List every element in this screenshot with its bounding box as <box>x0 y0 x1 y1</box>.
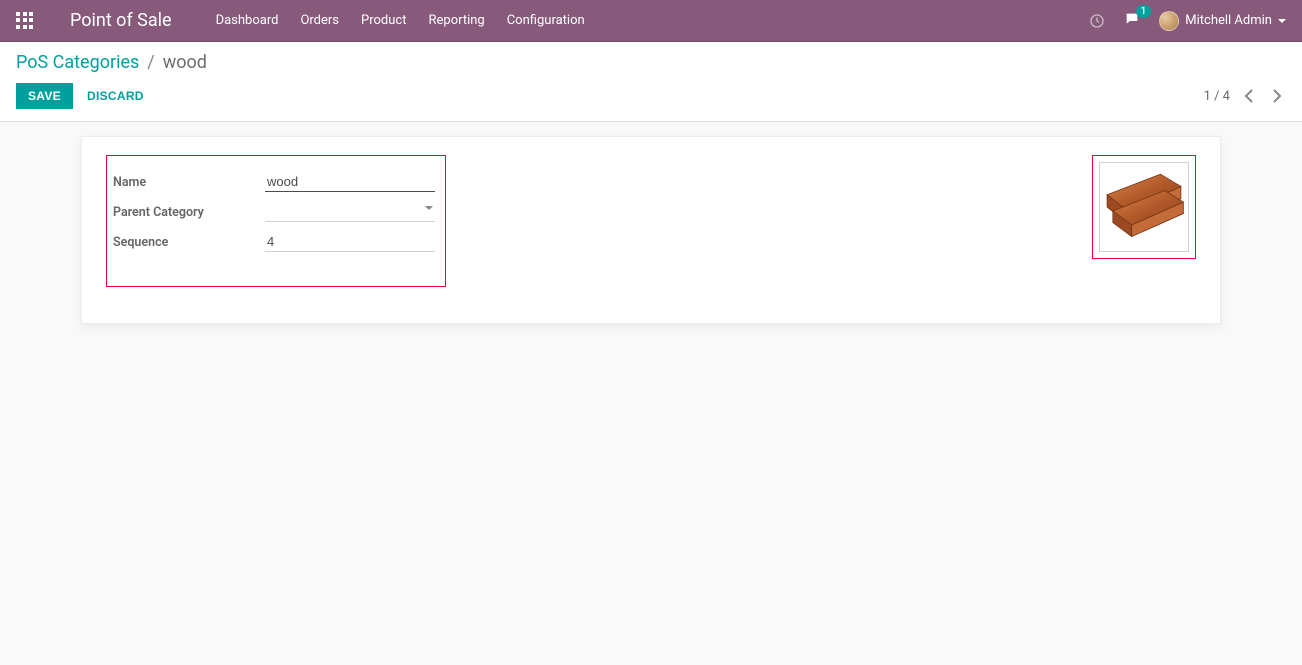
nav-item-configuration[interactable]: Configuration <box>507 13 585 28</box>
breadcrumb: PoS Categories / wood <box>16 52 1286 73</box>
sequence-input[interactable] <box>265 232 435 252</box>
apps-icon[interactable] <box>16 12 34 30</box>
breadcrumb-separator: / <box>147 52 154 73</box>
parent-category-label: Parent Category <box>113 205 265 220</box>
avatar <box>1159 11 1179 31</box>
nav-item-dashboard[interactable]: Dashboard <box>216 13 279 28</box>
save-button[interactable]: SAVE <box>16 83 73 109</box>
nav-item-product[interactable]: Product <box>361 13 406 28</box>
name-input[interactable] <box>265 172 435 192</box>
wood-plank-icon <box>1103 166 1185 248</box>
messaging-icon[interactable]: 1 <box>1123 11 1141 31</box>
sequence-label: Sequence <box>113 235 265 250</box>
form-sheet: Name Parent Category Sequence <box>81 136 1221 324</box>
name-label: Name <box>113 175 265 190</box>
image-highlight-box <box>1092 155 1196 259</box>
breadcrumb-current: wood <box>163 52 207 73</box>
activity-clock-icon[interactable] <box>1089 13 1105 29</box>
fields-highlight-box: Name Parent Category Sequence <box>106 155 446 287</box>
breadcrumb-root[interactable]: PoS Categories <box>16 52 139 73</box>
control-panel: PoS Categories / wood SAVE DISCARD 1 / 4 <box>0 42 1302 122</box>
parent-category-input[interactable] <box>265 202 435 222</box>
caret-down-icon <box>1278 19 1286 23</box>
form-view: Name Parent Category Sequence <box>0 122 1302 364</box>
category-image[interactable] <box>1099 162 1189 252</box>
pager-counter[interactable]: 1 / 4 <box>1204 89 1230 104</box>
nav-item-orders[interactable]: Orders <box>300 13 339 28</box>
messaging-badge: 1 <box>1136 5 1152 18</box>
user-menu[interactable]: Mitchell Admin <box>1159 11 1286 31</box>
app-brand[interactable]: Point of Sale <box>70 10 172 31</box>
discard-button[interactable]: DISCARD <box>87 89 144 103</box>
pager: 1 / 4 <box>1204 85 1286 107</box>
nav-right: 1 Mitchell Admin <box>1089 11 1286 31</box>
pager-next-icon[interactable] <box>1268 85 1286 107</box>
field-row-name: Name <box>113 172 435 192</box>
pager-prev-icon[interactable] <box>1240 85 1258 107</box>
field-row-sequence: Sequence <box>113 232 435 252</box>
nav-menu: Dashboard Orders Product Reporting Confi… <box>216 13 585 28</box>
field-row-parent: Parent Category <box>113 202 435 222</box>
nav-item-reporting[interactable]: Reporting <box>428 13 484 28</box>
user-name: Mitchell Admin <box>1185 13 1272 28</box>
top-navbar: Point of Sale Dashboard Orders Product R… <box>0 0 1302 42</box>
